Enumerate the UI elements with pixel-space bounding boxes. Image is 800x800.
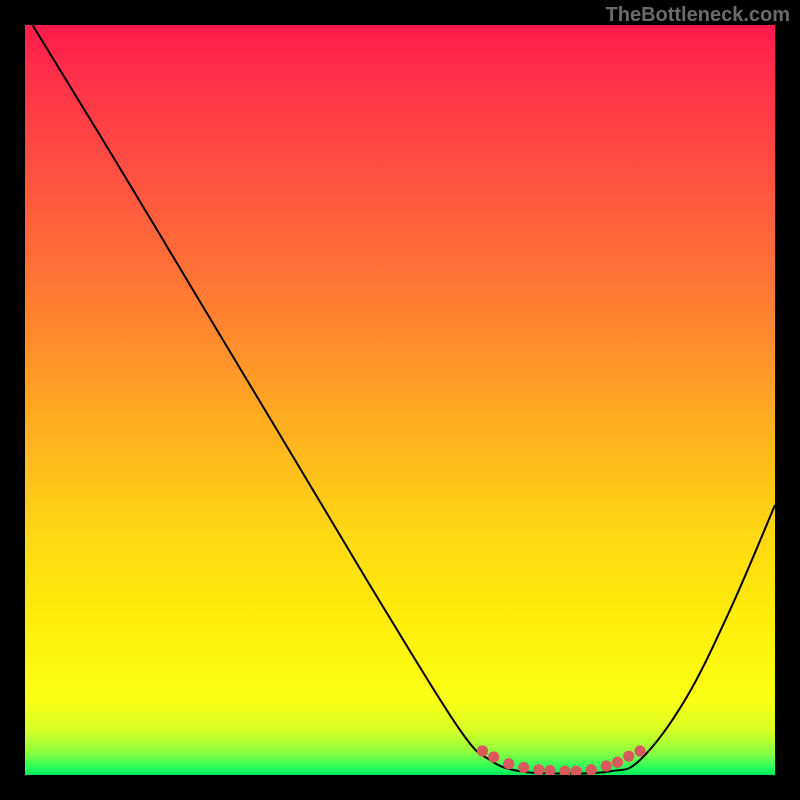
dot-marker — [488, 751, 499, 762]
dot-marker — [601, 760, 612, 771]
dot-marker — [612, 757, 623, 768]
watermark-text: TheBottleneck.com — [606, 4, 790, 27]
dot-marker — [503, 758, 514, 769]
dot-marker — [518, 762, 529, 773]
curve-path — [33, 25, 776, 774]
dot-marker — [571, 766, 582, 775]
dot-marker — [544, 765, 555, 775]
dot-marker — [559, 766, 570, 775]
dot-marker — [623, 751, 634, 762]
plot-area — [25, 25, 775, 775]
dot-marker — [634, 745, 645, 756]
dot-marker — [586, 764, 597, 775]
dot-marker — [533, 764, 544, 775]
dot-marker — [477, 745, 488, 756]
chart-svg — [25, 25, 775, 775]
